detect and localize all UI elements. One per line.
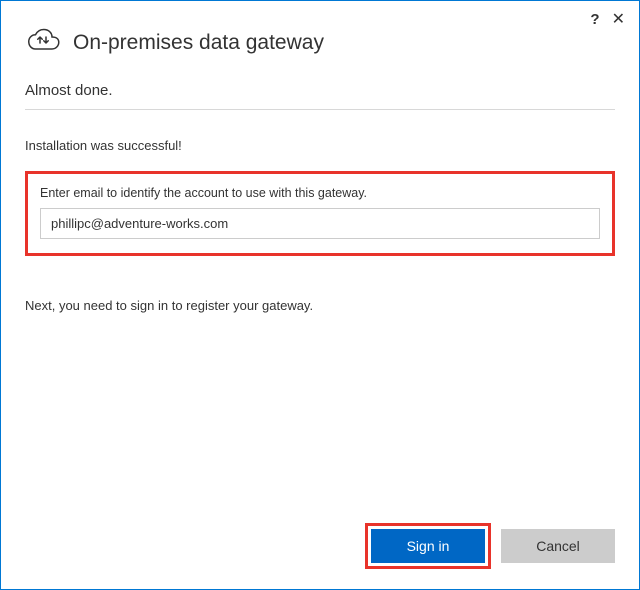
- email-input[interactable]: [40, 208, 600, 239]
- page-subtitle: Almost done.: [25, 82, 615, 99]
- install-status: Installation was successful!: [25, 138, 615, 153]
- app-title: On-premises data gateway: [73, 31, 324, 55]
- divider: [25, 109, 615, 110]
- cloud-gateway-icon: [25, 25, 61, 60]
- close-icon[interactable]: ✕: [612, 12, 625, 28]
- header: On-premises data gateway: [25, 25, 615, 60]
- next-step-text: Next, you need to sign in to register yo…: [25, 298, 615, 313]
- button-row: Sign in Cancel: [365, 523, 615, 569]
- email-highlight-box: Enter email to identify the account to u…: [25, 171, 615, 256]
- titlebar-controls: ? ✕: [590, 11, 625, 28]
- email-label: Enter email to identify the account to u…: [40, 186, 600, 200]
- help-icon[interactable]: ?: [590, 11, 599, 28]
- dialog-window: ? ✕ On-premises data gateway Almost done…: [0, 0, 640, 590]
- signin-button[interactable]: Sign in: [371, 529, 485, 563]
- signin-highlight-box: Sign in: [365, 523, 491, 569]
- cancel-button[interactable]: Cancel: [501, 529, 615, 563]
